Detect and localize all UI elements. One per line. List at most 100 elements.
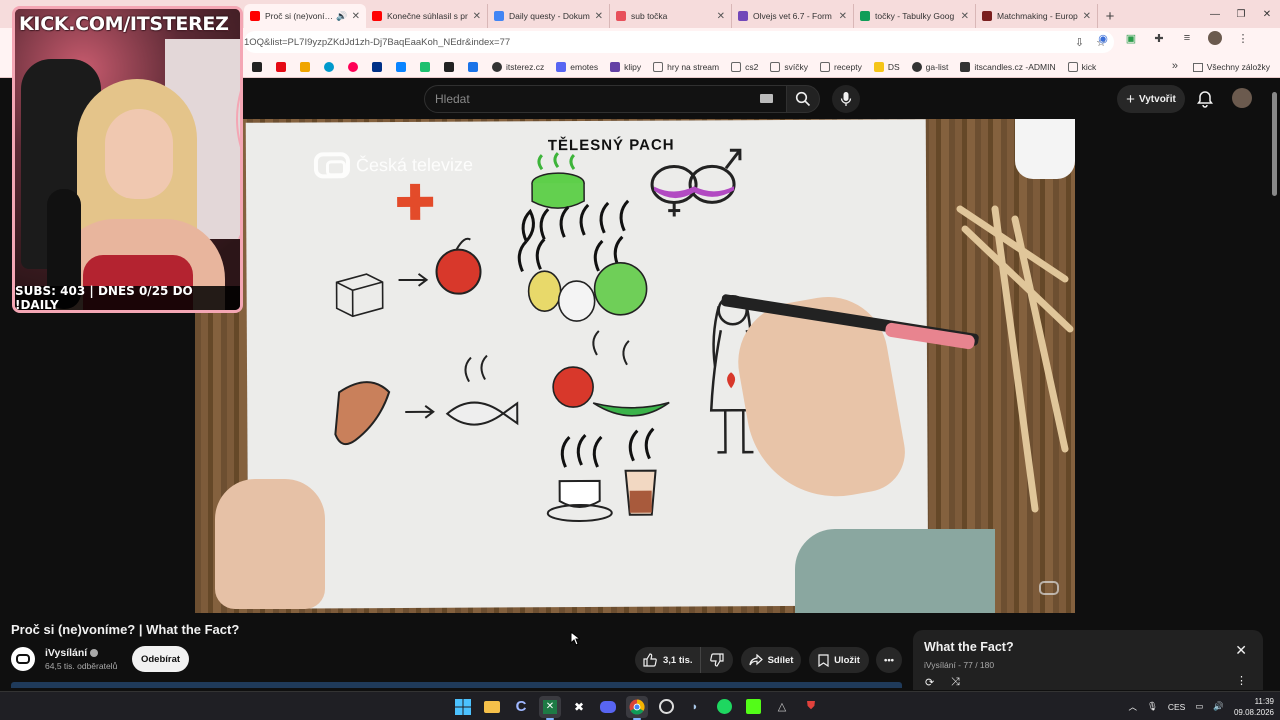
- channel-name[interactable]: iVysílání: [45, 647, 99, 659]
- spotify-icon[interactable]: [713, 696, 735, 718]
- search-input[interactable]: Hledat: [424, 85, 788, 113]
- close-tab-icon[interactable]: ✕: [839, 11, 847, 22]
- bookmark-folder[interactable]: cs2: [731, 61, 758, 72]
- bookmark-item[interactable]: [348, 61, 362, 72]
- close-tab-icon[interactable]: ✕: [717, 11, 725, 22]
- browser-tab[interactable]: Olvejs vet 6.7 - Form ✕: [732, 4, 854, 28]
- microphone-icon[interactable]: 🎙: [1147, 701, 1158, 712]
- more-actions-button[interactable]: •••: [876, 647, 902, 673]
- browser-tab[interactable]: sub točka ✕: [610, 4, 732, 28]
- new-tab-button[interactable]: +: [1098, 4, 1122, 28]
- kick-icon[interactable]: [742, 696, 764, 718]
- browser-tab[interactable]: Daily questy - Dokum ✕: [488, 4, 610, 28]
- channel-name-text[interactable]: iVysílání: [45, 647, 87, 659]
- windows-start-icon[interactable]: [452, 696, 474, 718]
- browser-tab[interactable]: Matchmaking - Europ ✕: [976, 4, 1098, 28]
- file-explorer-icon[interactable]: [481, 696, 503, 718]
- description-panel-edge: [11, 682, 902, 688]
- app-icon[interactable]: △: [771, 696, 793, 718]
- channel-avatar[interactable]: [11, 647, 35, 671]
- close-tab-icon[interactable]: ✕: [961, 11, 969, 22]
- like-button[interactable]: 3,1 tis.: [635, 647, 701, 673]
- maximize-icon[interactable]: ❐: [1228, 0, 1254, 28]
- share-button[interactable]: Sdílet: [741, 647, 801, 673]
- game-app-icon[interactable]: ✖: [568, 696, 590, 718]
- scrollbar-thumb[interactable]: [1272, 92, 1277, 196]
- extension-icon[interactable]: ▣: [1124, 31, 1138, 45]
- obs-icon[interactable]: [655, 696, 677, 718]
- chrome-icon[interactable]: [626, 695, 648, 720]
- bookmark-label: kick: [1081, 61, 1097, 72]
- bookmark-folder[interactable]: kick: [1067, 61, 1097, 72]
- create-button[interactable]: + Vytvořit: [1117, 85, 1185, 113]
- voice-search-button[interactable]: [832, 85, 860, 113]
- url-text[interactable]: 1OQ&list=PL7I9yzpZKdJd1zh-Dj7BaqEaaKoh_N…: [244, 37, 510, 48]
- clock[interactable]: 11:39 09.08.2026: [1234, 696, 1274, 718]
- extension-icon[interactable]: ◉: [1096, 31, 1110, 45]
- bookmark-folder[interactable]: svíčky: [770, 61, 808, 72]
- browser-tab[interactable]: točky - Tabulky Goog ✕: [854, 4, 976, 28]
- chevron-right-icon[interactable]: »: [1172, 60, 1178, 72]
- input-language[interactable]: CES: [1168, 702, 1185, 712]
- save-button[interactable]: Uložit: [809, 647, 869, 673]
- bookmark-item[interactable]: [324, 61, 338, 72]
- close-window-icon[interactable]: ✕: [1254, 0, 1280, 28]
- search-button[interactable]: [786, 85, 820, 113]
- profile-icon[interactable]: [1208, 31, 1222, 45]
- bookmark-item[interactable]: ga-list: [911, 61, 948, 72]
- volume-icon[interactable]: 🔊: [1213, 701, 1224, 712]
- browser-tab[interactable]: Proč si (ne)voníme? | What the Fact? 🔊 ✕: [244, 4, 366, 28]
- account-avatar[interactable]: [1232, 88, 1252, 108]
- microphone-icon: [840, 92, 852, 106]
- bookmark-folder[interactable]: recepty: [819, 61, 862, 72]
- more-vertical-icon[interactable]: ⋮: [1236, 674, 1247, 687]
- bookmark-item[interactable]: itscandles.cz -ADMIN: [960, 61, 1056, 72]
- close-tab-icon[interactable]: ✕: [473, 11, 481, 22]
- playlist-channel[interactable]: iVysílání: [924, 660, 956, 670]
- dislike-button[interactable]: [701, 653, 733, 667]
- subscribe-button[interactable]: Odebírat: [132, 646, 189, 672]
- bookmark-label: klipy: [624, 61, 642, 72]
- bookmark-item[interactable]: DS: [873, 61, 900, 72]
- bookmark-item[interactable]: emotes: [556, 61, 598, 72]
- shuffle-icon[interactable]: ⤨: [951, 676, 960, 689]
- display-icon[interactable]: ▭: [1195, 701, 1203, 712]
- bookmark-item[interactable]: [276, 61, 290, 72]
- shield-app-icon[interactable]: ⛊: [800, 696, 822, 718]
- bookmark-item[interactable]: [468, 61, 482, 72]
- menu-dots-icon[interactable]: ⋮: [1236, 31, 1250, 45]
- all-bookmarks-folder[interactable]: Všechny záložky: [1192, 56, 1270, 78]
- excel-icon[interactable]: ✕: [539, 695, 561, 720]
- steam-icon[interactable]: ◗: [684, 696, 706, 718]
- discord-icon[interactable]: [597, 696, 619, 718]
- media-icon[interactable]: ≡: [1180, 31, 1194, 45]
- install-app-icon[interactable]: ⇩: [1075, 36, 1084, 49]
- close-tab-icon[interactable]: ✕: [1083, 11, 1091, 22]
- bookmark-folder[interactable]: hry na stream: [653, 61, 719, 72]
- browser-tab[interactable]: Konečne súhlasil s pr ✕: [366, 4, 488, 28]
- bookmark-item[interactable]: klipy: [610, 61, 642, 72]
- bookmark-item[interactable]: itsterez.cz: [492, 61, 544, 72]
- keyboard-icon[interactable]: [760, 94, 773, 103]
- bookmark-item[interactable]: [444, 61, 458, 72]
- c-app-icon[interactable]: C: [510, 696, 532, 718]
- loop-icon[interactable]: ⟳: [925, 676, 934, 689]
- bookmark-item[interactable]: [420, 61, 434, 72]
- puzzle-icon[interactable]: ✚: [1152, 31, 1166, 45]
- minimize-icon[interactable]: —: [1202, 0, 1228, 28]
- address-bar[interactable]: 1OQ&list=PL7I9yzpZKdJd1zh-Dj7BaqEaaKoh_N…: [244, 31, 1114, 53]
- close-playlist-icon[interactable]: ✕: [1235, 642, 1247, 659]
- globe-icon: [911, 61, 922, 72]
- speaker-icon[interactable]: 🔊: [336, 11, 347, 22]
- playlist-title[interactable]: What the Fact?: [924, 640, 1014, 654]
- video-player[interactable]: TĚLESNÝ PACH Česká televize: [195, 119, 1075, 613]
- notifications-bell-icon[interactable]: [1195, 89, 1215, 109]
- chevron-up-icon[interactable]: ︿: [1129, 701, 1138, 713]
- tab-title: Konečne súhlasil s pr: [387, 11, 468, 21]
- close-tab-icon[interactable]: ✕: [595, 11, 603, 22]
- close-tab-icon[interactable]: ✕: [352, 11, 360, 22]
- bookmark-item[interactable]: [252, 61, 266, 72]
- bookmark-item[interactable]: [372, 61, 386, 72]
- bookmark-item[interactable]: [300, 61, 314, 72]
- bookmark-item[interactable]: [396, 61, 410, 72]
